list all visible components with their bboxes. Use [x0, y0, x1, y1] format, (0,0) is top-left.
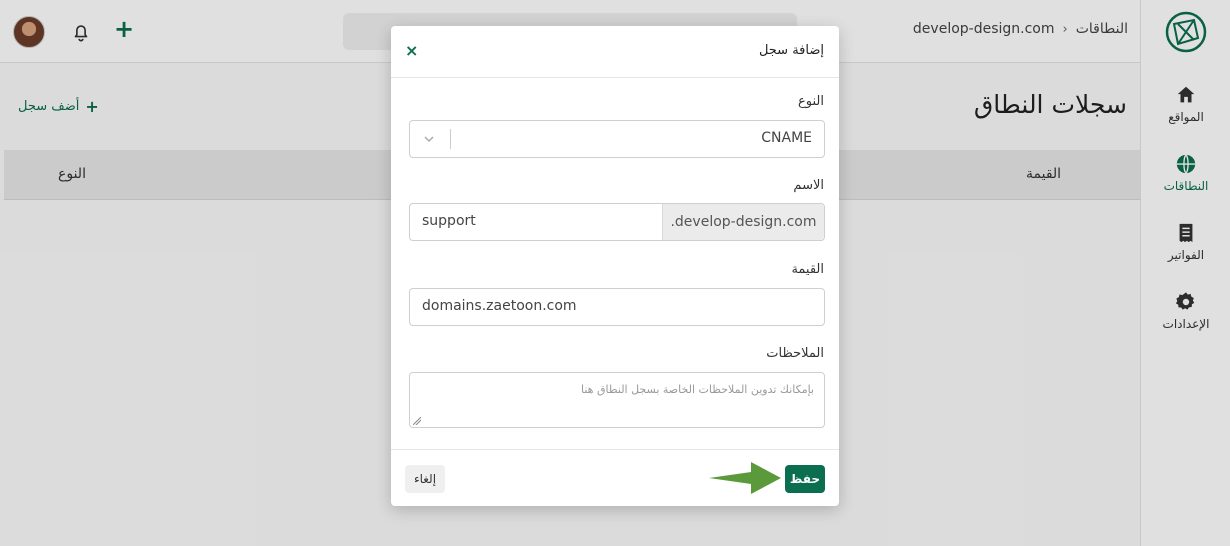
- add-record-dialog: إضافة سجل × النوع CNAME الاسم .develop-d…: [391, 26, 839, 506]
- dialog-header: إضافة سجل ×: [391, 26, 839, 78]
- notes-textarea[interactable]: بإمكانك تدوين الملاحظات الخاصة بسجل النط…: [409, 372, 825, 428]
- resize-grip-icon[interactable]: [413, 417, 421, 425]
- save-button[interactable]: حفظ: [785, 465, 825, 493]
- value-label: القيمة: [791, 262, 824, 277]
- dialog-title: إضافة سجل: [758, 43, 824, 58]
- select-divider: [450, 129, 451, 149]
- name-input-value: support: [422, 213, 476, 229]
- notes-placeholder: بإمكانك تدوين الملاحظات الخاصة بسجل النط…: [581, 383, 814, 396]
- notes-label: الملاحظات: [766, 346, 824, 361]
- arrow-icon: [709, 462, 781, 494]
- close-icon[interactable]: ×: [405, 41, 418, 60]
- name-label: الاسم: [793, 178, 824, 193]
- value-field[interactable]: domains.zaetoon.com: [409, 288, 825, 326]
- type-select-value: CNAME: [761, 130, 812, 146]
- cancel-button[interactable]: إلغاء: [405, 465, 445, 493]
- chevron-down-icon[interactable]: [422, 132, 436, 146]
- type-label: النوع: [798, 94, 824, 109]
- domain-suffix: .develop-design.com: [662, 204, 824, 240]
- value-input-value: domains.zaetoon.com: [422, 298, 577, 314]
- name-field[interactable]: .develop-design.com support: [409, 203, 825, 241]
- type-select[interactable]: CNAME: [409, 120, 825, 158]
